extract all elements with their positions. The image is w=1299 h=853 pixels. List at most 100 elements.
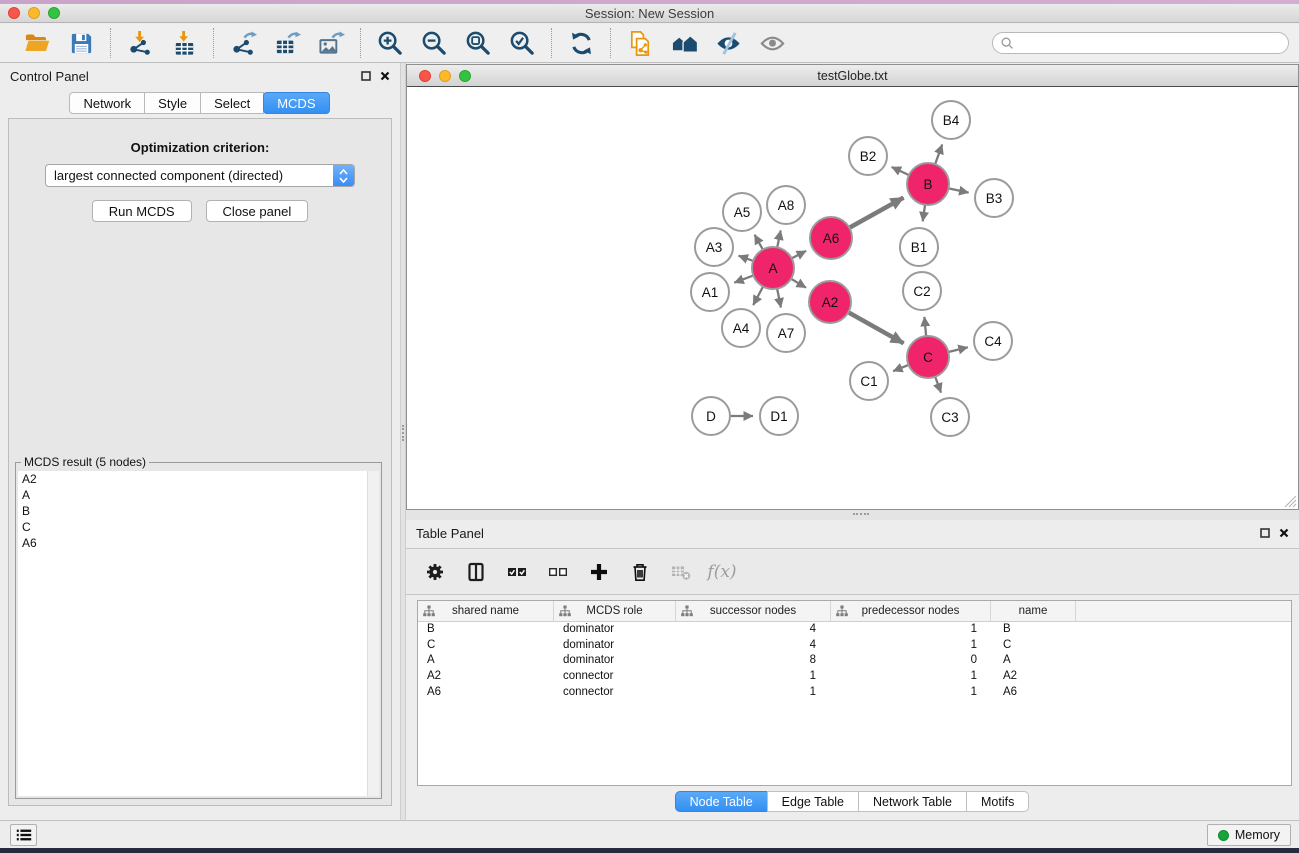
- column-header-MCDS-role[interactable]: MCDS role: [554, 601, 676, 621]
- node-label-A4: A4: [733, 321, 750, 336]
- horizontal-split-handle[interactable]: [406, 510, 1299, 520]
- table-header-row: shared name MCDS rolesuccessor nodesprede…: [418, 601, 1291, 622]
- zoom-fit-icon: [465, 30, 492, 57]
- settings-button[interactable]: [422, 559, 448, 585]
- add-column-button[interactable]: [586, 559, 612, 585]
- close-icon: [1279, 528, 1289, 538]
- tab-node-table[interactable]: Node Table: [675, 791, 768, 812]
- table-cell: 1: [831, 685, 991, 701]
- network-graph[interactable]: B4B2BB3A5A8A6A3B1AA1C2A2A4A7C4CC1C3DD1: [407, 88, 1298, 509]
- export-image-button[interactable]: [315, 27, 347, 59]
- table-cell: A2: [991, 669, 1076, 685]
- mcds-result-item[interactable]: A2: [18, 471, 379, 487]
- tab-network[interactable]: Network: [69, 92, 145, 114]
- node-label-C2: C2: [913, 284, 930, 299]
- column-header-predecessor-nodes[interactable]: predecessor nodes: [831, 601, 991, 621]
- node-label-A1: A1: [702, 285, 719, 300]
- table-row[interactable]: A2connector11A2: [418, 669, 1291, 685]
- zoom-in-button[interactable]: [374, 27, 406, 59]
- node-label-D1: D1: [770, 409, 787, 424]
- hide-panel-button[interactable]: [712, 27, 744, 59]
- column-header-shared-name[interactable]: shared name: [418, 601, 554, 621]
- export-table-button[interactable]: [271, 27, 303, 59]
- mcds-result-item[interactable]: A: [18, 487, 379, 503]
- function-builder-icon: f(x): [707, 562, 736, 582]
- delete-column-button[interactable]: [627, 559, 653, 585]
- show-panel-button[interactable]: [756, 27, 788, 59]
- export-network-button[interactable]: [227, 27, 259, 59]
- select-all-button[interactable]: [504, 559, 530, 585]
- session-search[interactable]: [992, 32, 1289, 54]
- mcds-result-item[interactable]: C: [18, 519, 379, 535]
- table-row[interactable]: Adominator80A: [418, 653, 1291, 669]
- node-label-A7: A7: [778, 326, 795, 341]
- close-table-panel-button[interactable]: [1279, 528, 1289, 538]
- duplicate-network-button[interactable]: [624, 27, 656, 59]
- table-row[interactable]: Cdominator41C: [418, 638, 1291, 654]
- table-cell: [1076, 638, 1291, 654]
- criterion-select[interactable]: largest connected component (directed): [45, 164, 355, 187]
- mcds-result-list: A2ABCA6: [18, 471, 379, 796]
- column-header-successor-nodes[interactable]: successor nodes: [676, 601, 831, 621]
- save-session-button[interactable]: [65, 27, 97, 59]
- table-cell: 1: [831, 622, 991, 638]
- toolbar-group: [554, 27, 608, 59]
- table-cell: B: [991, 622, 1076, 638]
- deselect-all-icon: [548, 562, 568, 582]
- scrollbar-track[interactable]: [367, 471, 379, 796]
- add-column-icon: [589, 562, 609, 582]
- refresh-button[interactable]: [565, 27, 597, 59]
- control-panel-header: Control Panel: [0, 63, 400, 89]
- tab-style[interactable]: Style: [144, 92, 201, 114]
- network-canvas[interactable]: B4B2BB3A5A8A6A3B1AA1C2A2A4A7C4CC1C3DD1: [407, 88, 1298, 509]
- table-row[interactable]: Bdominator41B: [418, 622, 1291, 638]
- column-header-label: shared name: [452, 605, 519, 617]
- toolbar-separator: [110, 28, 111, 58]
- close-panel-button-mcds[interactable]: Close panel: [206, 200, 309, 222]
- zoom-fit-button[interactable]: [462, 27, 494, 59]
- node-label-A3: A3: [706, 240, 723, 255]
- close-panel-button[interactable]: [380, 71, 390, 81]
- column-layout-button[interactable]: [463, 559, 489, 585]
- float-table-panel-button[interactable]: [1260, 528, 1270, 538]
- import-network-button[interactable]: [124, 27, 156, 59]
- run-mcds-button[interactable]: Run MCDS: [92, 200, 192, 222]
- table-cell: 4: [676, 622, 831, 638]
- zoom-out-icon: [421, 30, 448, 57]
- tab-select[interactable]: Select: [200, 92, 264, 114]
- tab-network-table[interactable]: Network Table: [858, 791, 967, 812]
- memory-button[interactable]: Memory: [1207, 824, 1291, 846]
- tab-mcds[interactable]: MCDS: [263, 92, 329, 114]
- home-icon: [671, 30, 698, 57]
- export-network-icon: [230, 30, 257, 57]
- toolbar-group: [216, 27, 358, 59]
- deselect-all-button[interactable]: [545, 559, 571, 585]
- table-cell: [1076, 685, 1291, 701]
- table-cell: 0: [831, 653, 991, 669]
- open-file-button[interactable]: [21, 27, 53, 59]
- table-cell: A2: [418, 669, 554, 685]
- task-history-button[interactable]: [10, 824, 37, 846]
- network-window-title: testGlobe.txt: [407, 69, 1298, 83]
- mcds-result-item[interactable]: B: [18, 503, 379, 519]
- zoom-selected-button[interactable]: [506, 27, 538, 59]
- tab-edge-table[interactable]: Edge Table: [767, 791, 859, 812]
- mcds-panel: Optimization criterion: largest connecte…: [8, 118, 392, 806]
- mcds-result-item[interactable]: A6: [18, 535, 379, 551]
- home-button[interactable]: [668, 27, 700, 59]
- zoom-out-button[interactable]: [418, 27, 450, 59]
- network-view-window: testGlobe.txt B4B2BB3A5A8A6A3B1AA1C2A2A4…: [406, 64, 1299, 510]
- table-cell: [1076, 653, 1291, 669]
- column-header-filler: [1076, 601, 1291, 621]
- table-cell: B: [418, 622, 554, 638]
- table-row[interactable]: A6connector11A6: [418, 685, 1291, 701]
- column-header-name[interactable]: name: [991, 601, 1076, 621]
- search-input[interactable]: [1019, 35, 1281, 51]
- import-table-button[interactable]: [168, 27, 200, 59]
- toolbar-group: [613, 27, 799, 59]
- desktop-background-bottom: [0, 848, 1299, 853]
- resize-grip-icon[interactable]: [1284, 495, 1297, 508]
- float-panel-button[interactable]: [361, 71, 371, 81]
- toolbar-group: [363, 27, 549, 59]
- tab-motifs[interactable]: Motifs: [966, 791, 1029, 812]
